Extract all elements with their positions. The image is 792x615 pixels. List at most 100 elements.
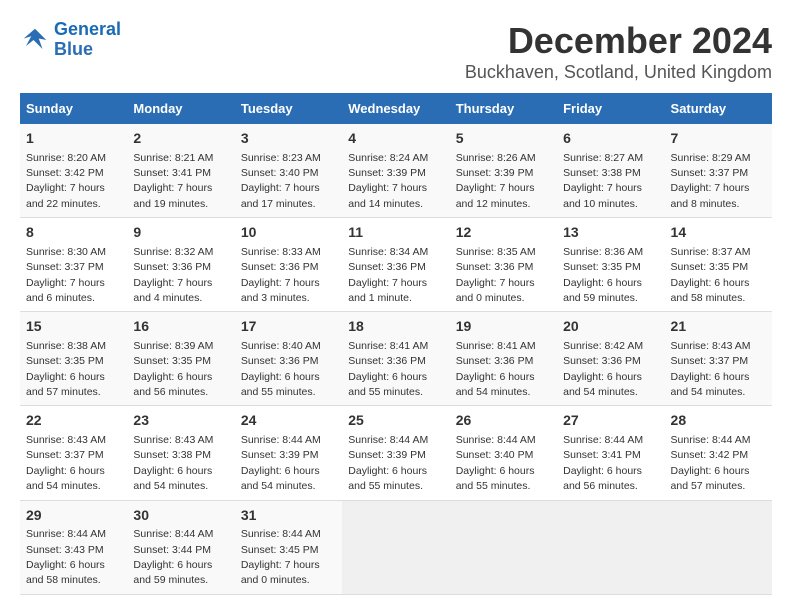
calendar-week-row: 15 Sunrise: 8:38 AM Sunset: 3:35 PM Dayl…: [20, 312, 772, 406]
sunset-info: Sunset: 3:37 PM: [671, 167, 749, 179]
header-day: Monday: [127, 93, 234, 124]
daylight-info: Daylight: 7 hours and 12 minutes.: [456, 182, 535, 209]
header-row: SundayMondayTuesdayWednesdayThursdayFrid…: [20, 93, 772, 124]
calendar-week-row: 1 Sunrise: 8:20 AM Sunset: 3:42 PM Dayli…: [20, 124, 772, 218]
daylight-info: Daylight: 7 hours and 3 minutes.: [241, 277, 320, 304]
sunset-info: Sunset: 3:36 PM: [241, 261, 319, 273]
header-day: Friday: [557, 93, 664, 124]
calendar-day-cell: 5 Sunrise: 8:26 AM Sunset: 3:39 PM Dayli…: [450, 124, 557, 218]
day-number: 9: [133, 223, 228, 243]
sunrise-info: Sunrise: 8:36 AM: [563, 246, 643, 258]
calendar-day-cell: 2 Sunrise: 8:21 AM Sunset: 3:41 PM Dayli…: [127, 124, 234, 218]
calendar-day-cell: 21 Sunrise: 8:43 AM Sunset: 3:37 PM Dayl…: [665, 312, 772, 406]
calendar-day-cell: 24 Sunrise: 8:44 AM Sunset: 3:39 PM Dayl…: [235, 406, 342, 500]
sunset-info: Sunset: 3:39 PM: [456, 167, 534, 179]
daylight-info: Daylight: 6 hours and 55 minutes.: [456, 465, 535, 492]
day-number: 5: [456, 129, 551, 149]
sunset-info: Sunset: 3:36 PM: [133, 261, 211, 273]
header-day: Tuesday: [235, 93, 342, 124]
sunset-info: Sunset: 3:36 PM: [241, 355, 319, 367]
calendar-day-cell: 14 Sunrise: 8:37 AM Sunset: 3:35 PM Dayl…: [665, 218, 772, 312]
calendar-day-cell: 10 Sunrise: 8:33 AM Sunset: 3:36 PM Dayl…: [235, 218, 342, 312]
calendar-day-cell: 12 Sunrise: 8:35 AM Sunset: 3:36 PM Dayl…: [450, 218, 557, 312]
day-number: 6: [563, 129, 658, 149]
calendar-day-cell: 29 Sunrise: 8:44 AM Sunset: 3:43 PM Dayl…: [20, 500, 127, 594]
daylight-info: Daylight: 7 hours and 14 minutes.: [348, 182, 427, 209]
sunrise-info: Sunrise: 8:26 AM: [456, 152, 536, 164]
sunset-info: Sunset: 3:35 PM: [133, 355, 211, 367]
logo-text: General Blue: [54, 20, 121, 60]
day-number: 20: [563, 317, 658, 337]
daylight-info: Daylight: 6 hours and 58 minutes.: [671, 277, 750, 304]
calendar-day-cell: 8 Sunrise: 8:30 AM Sunset: 3:37 PM Dayli…: [20, 218, 127, 312]
sunset-info: Sunset: 3:38 PM: [133, 449, 211, 461]
daylight-info: Daylight: 6 hours and 57 minutes.: [26, 371, 105, 398]
daylight-info: Daylight: 6 hours and 54 minutes.: [133, 465, 212, 492]
calendar-header: SundayMondayTuesdayWednesdayThursdayFrid…: [20, 93, 772, 124]
calendar-body: 1 Sunrise: 8:20 AM Sunset: 3:42 PM Dayli…: [20, 124, 772, 594]
sunrise-info: Sunrise: 8:37 AM: [671, 246, 751, 258]
daylight-info: Daylight: 6 hours and 54 minutes.: [241, 465, 320, 492]
sunrise-info: Sunrise: 8:32 AM: [133, 246, 213, 258]
sunset-info: Sunset: 3:36 PM: [348, 261, 426, 273]
sunset-info: Sunset: 3:42 PM: [26, 167, 104, 179]
sunrise-info: Sunrise: 8:44 AM: [671, 434, 751, 446]
day-number: 19: [456, 317, 551, 337]
calendar-day-cell: 15 Sunrise: 8:38 AM Sunset: 3:35 PM Dayl…: [20, 312, 127, 406]
day-number: 12: [456, 223, 551, 243]
sunrise-info: Sunrise: 8:44 AM: [456, 434, 536, 446]
sunset-info: Sunset: 3:41 PM: [563, 449, 641, 461]
sunset-info: Sunset: 3:36 PM: [348, 355, 426, 367]
sunset-info: Sunset: 3:38 PM: [563, 167, 641, 179]
sunrise-info: Sunrise: 8:24 AM: [348, 152, 428, 164]
sunrise-info: Sunrise: 8:41 AM: [348, 340, 428, 352]
sunset-info: Sunset: 3:39 PM: [348, 449, 426, 461]
day-number: 26: [456, 411, 551, 431]
calendar-day-cell: 1 Sunrise: 8:20 AM Sunset: 3:42 PM Dayli…: [20, 124, 127, 218]
sunrise-info: Sunrise: 8:44 AM: [26, 528, 106, 540]
sunrise-info: Sunrise: 8:44 AM: [241, 528, 321, 540]
calendar-day-cell: 22 Sunrise: 8:43 AM Sunset: 3:37 PM Dayl…: [20, 406, 127, 500]
day-number: 23: [133, 411, 228, 431]
calendar-day-cell: 28 Sunrise: 8:44 AM Sunset: 3:42 PM Dayl…: [665, 406, 772, 500]
header-day: Thursday: [450, 93, 557, 124]
sunset-info: Sunset: 3:40 PM: [456, 449, 534, 461]
sunrise-info: Sunrise: 8:44 AM: [563, 434, 643, 446]
sunset-info: Sunset: 3:35 PM: [671, 261, 749, 273]
calendar-day-cell: 27 Sunrise: 8:44 AM Sunset: 3:41 PM Dayl…: [557, 406, 664, 500]
sunrise-info: Sunrise: 8:41 AM: [456, 340, 536, 352]
month-title: December 2024: [465, 20, 772, 62]
sunrise-info: Sunrise: 8:33 AM: [241, 246, 321, 258]
calendar-day-cell: 30 Sunrise: 8:44 AM Sunset: 3:44 PM Dayl…: [127, 500, 234, 594]
daylight-info: Daylight: 7 hours and 17 minutes.: [241, 182, 320, 209]
daylight-info: Daylight: 6 hours and 55 minutes.: [348, 371, 427, 398]
sunrise-info: Sunrise: 8:27 AM: [563, 152, 643, 164]
daylight-info: Daylight: 6 hours and 54 minutes.: [456, 371, 535, 398]
sunset-info: Sunset: 3:42 PM: [671, 449, 749, 461]
day-number: 2: [133, 129, 228, 149]
sunrise-info: Sunrise: 8:44 AM: [348, 434, 428, 446]
sunset-info: Sunset: 3:35 PM: [563, 261, 641, 273]
sunrise-info: Sunrise: 8:23 AM: [241, 152, 321, 164]
sunrise-info: Sunrise: 8:21 AM: [133, 152, 213, 164]
daylight-info: Daylight: 6 hours and 54 minutes.: [671, 371, 750, 398]
sunrise-info: Sunrise: 8:39 AM: [133, 340, 213, 352]
sunrise-info: Sunrise: 8:38 AM: [26, 340, 106, 352]
calendar-day-cell: 26 Sunrise: 8:44 AM Sunset: 3:40 PM Dayl…: [450, 406, 557, 500]
logo-line1: General: [54, 19, 121, 39]
calendar-day-cell: 18 Sunrise: 8:41 AM Sunset: 3:36 PM Dayl…: [342, 312, 449, 406]
day-number: 4: [348, 129, 443, 149]
daylight-info: Daylight: 6 hours and 54 minutes.: [26, 465, 105, 492]
sunrise-info: Sunrise: 8:40 AM: [241, 340, 321, 352]
sunset-info: Sunset: 3:36 PM: [456, 261, 534, 273]
day-number: 16: [133, 317, 228, 337]
header-day: Sunday: [20, 93, 127, 124]
daylight-info: Daylight: 7 hours and 8 minutes.: [671, 182, 750, 209]
sunrise-info: Sunrise: 8:43 AM: [26, 434, 106, 446]
sunrise-info: Sunrise: 8:43 AM: [133, 434, 213, 446]
sunset-info: Sunset: 3:37 PM: [26, 449, 104, 461]
title-section: December 2024 Buckhaven, Scotland, Unite…: [465, 20, 772, 83]
sunrise-info: Sunrise: 8:43 AM: [671, 340, 751, 352]
sunset-info: Sunset: 3:37 PM: [26, 261, 104, 273]
daylight-info: Daylight: 7 hours and 0 minutes.: [456, 277, 535, 304]
